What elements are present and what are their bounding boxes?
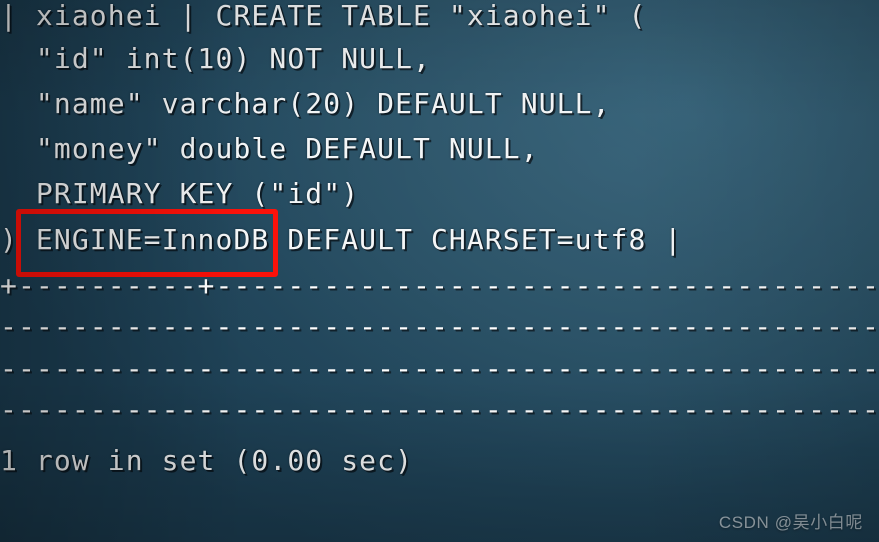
- output-line-primary-key: PRIMARY KEY ("id"): [0, 177, 360, 210]
- terminal-screenshot: | xiaohei | CREATE TABLE "xiaohei" ( "id…: [0, 0, 879, 542]
- table-separator-line-3: ----------------------------------------…: [0, 355, 879, 383]
- table-separator-line-2: ----------------------------------------…: [0, 313, 879, 341]
- output-line-column-id: "id" int(10) NOT NULL,: [0, 42, 431, 75]
- output-line-result-status: 1 row in set (0.00 sec): [0, 444, 414, 477]
- output-line-create-table-header: | xiaohei | CREATE TABLE "xiaohei" (: [0, 0, 647, 32]
- table-separator-line-4: ----------------------------------------…: [0, 396, 879, 424]
- csdn-watermark: CSDN @吴小白呢: [718, 513, 863, 532]
- output-line-column-money: "money" double DEFAULT NULL,: [0, 132, 539, 165]
- engine-highlight-box: [16, 209, 278, 277]
- output-line-column-name: "name" varchar(20) DEFAULT NULL,: [0, 87, 611, 120]
